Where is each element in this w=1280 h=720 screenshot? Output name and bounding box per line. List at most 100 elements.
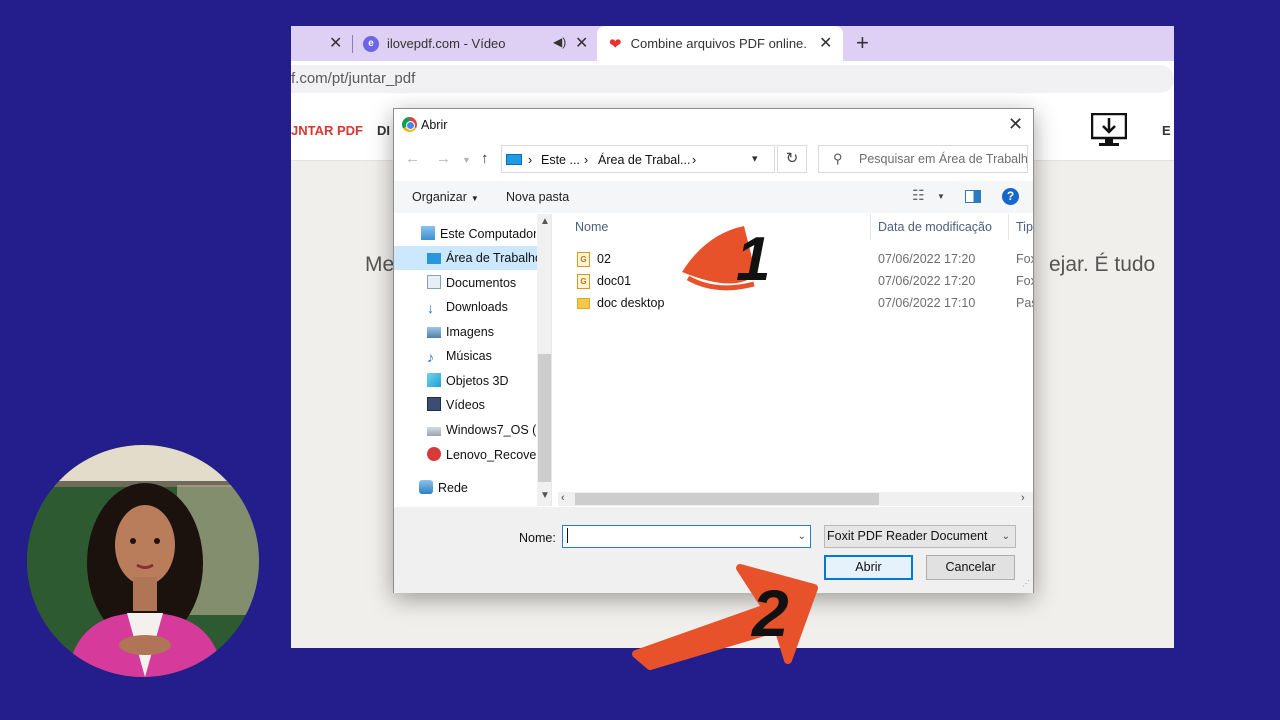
scroll-up-icon[interactable]: ▲ <box>540 216 550 227</box>
step1-number: 1 <box>736 225 770 294</box>
open-file-dialog: Abrir ✕ ← → ▼ ↑ › Este ... › Área de Tra… <box>393 108 1034 593</box>
navigation-row: ← → ▼ ↑ › Este ... › Área de Trabal... ›… <box>394 143 1033 175</box>
filename-field[interactable]: ⌄ <box>562 525 811 548</box>
avatar-illustration <box>27 445 259 677</box>
path-dropdown-chevron-icon[interactable]: ▾ <box>752 152 758 165</box>
sidebar-item-network[interactable]: Rede <box>394 476 536 500</box>
pdf-file-icon <box>577 274 590 289</box>
presenter-avatar <box>27 445 259 677</box>
sidebar-item-label: Downloads <box>446 300 508 314</box>
sidebar-item-label: Vídeos <box>446 398 485 412</box>
column-separator[interactable] <box>1008 214 1009 240</box>
sidebar-item-videos[interactable]: Vídeos <box>394 393 536 417</box>
sidebar-item-label: Windows7_OS (C <box>446 423 536 437</box>
sidebar-item-label: Documentos <box>446 276 517 290</box>
file-type: Fox <box>1016 252 1033 266</box>
pictures-icon <box>427 327 441 338</box>
sidebar-item-windows-drive[interactable]: Windows7_OS (C <box>394 418 536 442</box>
sidebar-item-downloads[interactable]: ↓ Downloads <box>394 295 536 319</box>
file-name: doc01 <box>597 274 632 288</box>
sidebar-item-recovery[interactable]: Lenovo_Recovery <box>394 443 536 467</box>
help-icon[interactable]: ? <box>1002 188 1019 205</box>
recent-locations-chevron-icon[interactable]: ▼ <box>462 155 471 165</box>
sidebar-item-label: Objetos 3D <box>446 374 509 388</box>
close-tab-icon[interactable]: ✕ <box>575 33 588 53</box>
search-input[interactable]: ⚲ Pesquisar em Área de Trabalho <box>818 145 1028 173</box>
new-folder-button[interactable]: Nova pasta <box>506 190 569 204</box>
scrollbar-thumb[interactable] <box>575 493 879 505</box>
column-header-date[interactable]: Data de modificação <box>878 214 992 240</box>
preview-pane-icon[interactable] <box>965 190 981 203</box>
up-arrow-icon[interactable]: ↑ <box>481 150 489 167</box>
refresh-icon[interactable]: ↻ <box>777 145 807 173</box>
music-icon: ♪ <box>427 349 434 365</box>
breadcrumb-desktop[interactable]: Área de Trabal... <box>598 153 690 167</box>
speaker-icon[interactable]: ◀) <box>553 35 566 49</box>
list-item[interactable]: 02 07/06/2022 17:20 Fox <box>553 248 1033 270</box>
column-header-name[interactable]: Nome <box>575 214 608 240</box>
tab-previous[interactable]: ✕ <box>291 26 351 61</box>
view-chevron-icon[interactable]: ▼ <box>937 192 945 201</box>
open-button[interactable]: Abrir <box>824 555 913 580</box>
list-item[interactable]: doc desktop 07/06/2022 17:10 Pas <box>553 292 1033 314</box>
sidebar-item-documents[interactable]: Documentos <box>394 271 536 295</box>
cancel-button[interactable]: Cancelar <box>926 555 1015 580</box>
recovery-drive-icon <box>427 447 441 461</box>
sidebar-item-pictures[interactable]: Imagens <box>394 320 536 344</box>
breadcrumb-chevron-icon[interactable]: › <box>528 153 532 167</box>
file-list-scrollbar[interactable]: ‹ › <box>558 492 1033 506</box>
videos-icon <box>427 397 441 411</box>
new-tab-icon[interactable]: + <box>856 30 869 56</box>
filename-dropdown-chevron-icon[interactable]: ⌄ <box>798 526 806 547</box>
text-cursor <box>567 528 568 543</box>
filetype-select[interactable]: Foxit PDF Reader Document ⌄ <box>824 525 1016 548</box>
sidebar-item-music[interactable]: ♪ Músicas <box>394 344 536 368</box>
file-date: 07/06/2022 17:10 <box>878 296 976 310</box>
download-desktop-icon[interactable] <box>1091 113 1127 147</box>
tab-ilovepdf-video[interactable]: e ilovepdf.com - Vídeo ◀) ✕ <box>359 26 595 61</box>
nav-login[interactable]: E <box>1162 123 1171 138</box>
scroll-down-icon[interactable]: ▼ <box>540 490 550 501</box>
chrome-icon <box>402 117 417 132</box>
view-options-icon[interactable]: ☷ <box>912 187 925 204</box>
close-tab-icon[interactable]: ✕ <box>329 33 342 53</box>
drive-icon <box>427 427 441 436</box>
column-separator[interactable] <box>870 214 871 240</box>
scroll-left-icon[interactable]: ‹ <box>561 492 565 504</box>
file-name: doc desktop <box>597 296 665 310</box>
dialog-toolbar: Organizar ▼ Nova pasta ☷ ▼ ? <box>394 181 1033 213</box>
documents-icon <box>427 275 441 289</box>
sidebar-item-label: Músicas <box>446 349 492 363</box>
list-item[interactable]: doc01 07/06/2022 17:20 Fox <box>553 270 1033 292</box>
sidebar-item-desktop[interactable]: Área de Trabalho <box>394 246 537 270</box>
dialog-titlebar: Abrir ✕ <box>394 109 1033 141</box>
back-arrow-icon[interactable]: ← <box>405 150 420 167</box>
organize-button[interactable]: Organizar ▼ <box>412 190 479 204</box>
resize-grip-icon[interactable]: ⋰ <box>1022 579 1030 588</box>
breadcrumb-chevron-icon[interactable]: › <box>692 153 696 167</box>
ilovepdf-favicon-icon: e <box>363 35 379 52</box>
network-icon <box>419 480 433 494</box>
url-field[interactable]: f.com/pt/juntar_pdf <box>291 65 1174 93</box>
scrollbar-thumb[interactable] <box>538 354 551 482</box>
nav-split[interactable]: DI <box>377 123 390 138</box>
close-dialog-icon[interactable]: ✕ <box>1008 114 1023 135</box>
forward-arrow-icon[interactable]: → <box>436 150 451 167</box>
scroll-right-icon[interactable]: › <box>1021 492 1025 504</box>
navigation-pane: Este Computador Área de Trabalho Documen… <box>394 214 552 506</box>
nav-merge-pdf[interactable]: JNTAR PDF <box>291 123 363 138</box>
navpane-scrollbar[interactable]: ▲ ▼ <box>537 214 551 506</box>
breadcrumb-this-pc[interactable]: Este ... <box>541 153 580 167</box>
breadcrumb[interactable]: › Este ... › Área de Trabal... › ▾ <box>501 145 775 173</box>
sidebar-item-this-pc[interactable]: Este Computador <box>394 222 536 246</box>
sidebar-item-3d-objects[interactable]: Objetos 3D <box>394 369 536 393</box>
breadcrumb-chevron-icon[interactable]: › <box>584 153 588 167</box>
search-placeholder: Pesquisar em Área de Trabalho <box>859 152 1028 166</box>
tab-title: Combine arquivos PDF online. O <box>630 36 809 51</box>
address-bar: f.com/pt/juntar_pdf <box>291 61 1174 99</box>
dialog-title: Abrir <box>421 118 448 132</box>
downloads-icon: ↓ <box>427 300 434 316</box>
tab-combine-pdf[interactable]: ❤ Combine arquivos PDF online. O ✕ <box>597 26 843 61</box>
column-header-type[interactable]: Tipo <box>1016 214 1033 240</box>
close-tab-icon[interactable]: ✕ <box>819 33 832 53</box>
